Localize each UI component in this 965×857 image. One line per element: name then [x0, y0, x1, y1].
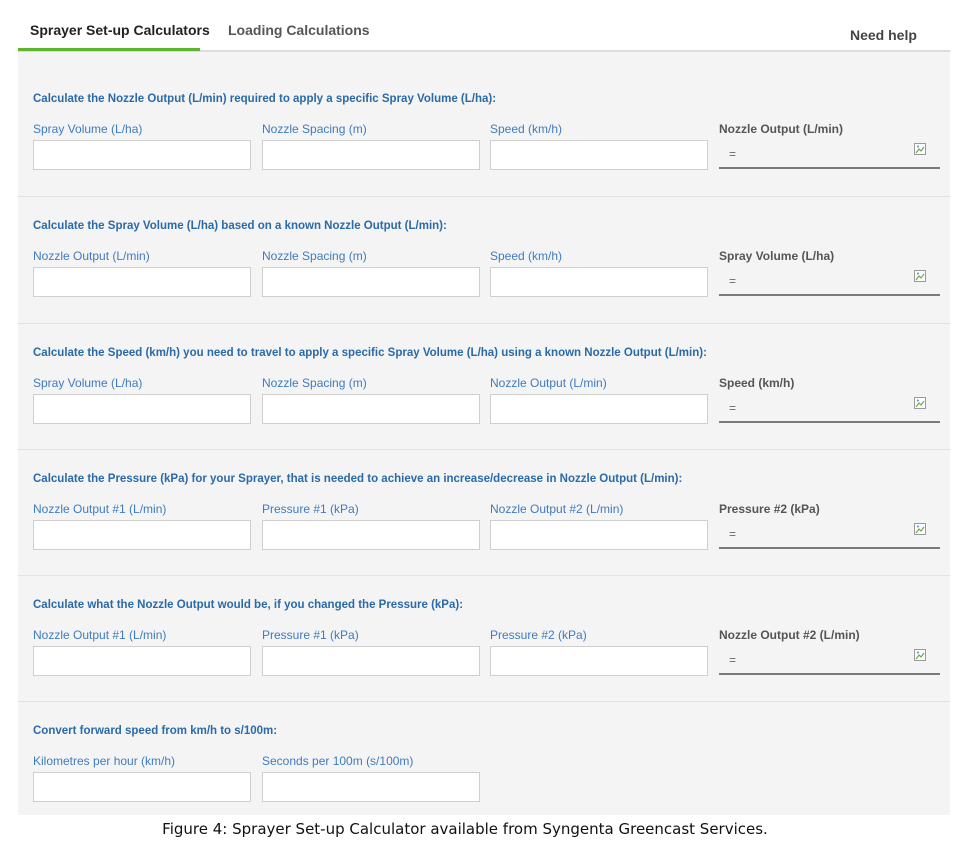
field-label: Spray Volume (L/ha) [33, 122, 143, 136]
field-label: Nozzle Output #1 (L/min) [33, 502, 167, 516]
speed-calculator: Calculate the Speed (km/h) you need to t… [18, 323, 950, 450]
speed-result: = [719, 395, 940, 423]
section-title: Calculate the Spray Volume (L/ha) based … [33, 220, 447, 232]
section-title: Calculate what the Nozzle Output would b… [33, 599, 464, 611]
tab-loading-calculations[interactable]: Loading Calculations [228, 22, 370, 38]
spray-volume-input[interactable] [33, 394, 251, 424]
nozzle-output-calculator: Calculate the Nozzle Output (L/min) requ… [18, 70, 950, 196]
figure-caption: Figure 4: Sprayer Set-up Calculator avai… [162, 820, 768, 838]
nozzle-spacing-input[interactable] [262, 140, 480, 170]
field-label: Nozzle Output #1 (L/min) [33, 628, 167, 642]
field-label: Pressure #1 (kPa) [262, 628, 359, 642]
pressure-calculator: Calculate the Pressure (kPa) for your Sp… [18, 449, 950, 576]
seconds-per-100m-input[interactable] [262, 772, 480, 802]
field-label: Nozzle Spacing (m) [262, 249, 367, 263]
result-label: Speed (km/h) [719, 376, 795, 390]
result-label: Pressure #2 (kPa) [719, 502, 820, 516]
pressure-1-input[interactable] [262, 520, 480, 550]
section-title: Convert forward speed from km/h to s/100… [33, 725, 278, 737]
spray-volume-calculator: Calculate the Spray Volume (L/ha) based … [18, 196, 950, 323]
field-label: Nozzle Output #2 (L/min) [490, 502, 624, 516]
calculator-panel: Sprayer Set-up Calculators Loading Calcu… [18, 12, 950, 815]
nozzle-output-pressure-calculator: Calculate what the Nozzle Output would b… [18, 575, 950, 702]
section-title: Calculate the Nozzle Output (L/min) requ… [33, 93, 497, 105]
nozzle-output-1-input[interactable] [33, 520, 251, 550]
field-label: Speed (km/h) [490, 249, 563, 263]
speed-input[interactable] [490, 140, 708, 170]
tab-sprayer-setup-calculators[interactable]: Sprayer Set-up Calculators [30, 22, 210, 38]
section-title: Calculate the Pressure (kPa) for your Sp… [33, 473, 683, 485]
field-label: Nozzle Output (L/min) [490, 376, 607, 390]
spray-volume-result: = [719, 268, 940, 296]
broken-image-icon [914, 143, 926, 155]
need-help-link[interactable]: Need help [850, 27, 917, 43]
result-label: Nozzle Output (L/min) [719, 122, 843, 136]
broken-image-icon [914, 523, 926, 535]
result-value: = [729, 147, 737, 161]
pressure-1-input[interactable] [262, 646, 480, 676]
nozzle-output-2-result: = [719, 647, 940, 675]
nozzle-spacing-input[interactable] [262, 267, 480, 297]
speed-input[interactable] [490, 267, 708, 297]
nozzle-spacing-input[interactable] [262, 394, 480, 424]
section-title: Calculate the Speed (km/h) you need to t… [33, 347, 707, 359]
nozzle-output-1-input[interactable] [33, 646, 251, 676]
field-label: Spray Volume (L/ha) [33, 376, 143, 390]
broken-image-icon [914, 270, 926, 282]
result-value: = [729, 274, 737, 288]
spray-volume-input[interactable] [33, 140, 251, 170]
broken-image-icon [914, 649, 926, 661]
field-label: Pressure #1 (kPa) [262, 502, 359, 516]
speed-conversion-calculator: Convert forward speed from km/h to s/100… [18, 701, 950, 828]
result-value: = [729, 527, 737, 541]
nozzle-output-input[interactable] [490, 394, 708, 424]
result-label: Spray Volume (L/ha) [719, 249, 835, 263]
kmh-input[interactable] [33, 772, 251, 802]
broken-image-icon [914, 397, 926, 409]
nozzle-output-2-input[interactable] [490, 520, 708, 550]
field-label: Nozzle Output (L/min) [33, 249, 150, 263]
field-label: Nozzle Spacing (m) [262, 122, 367, 136]
active-tab-indicator [18, 48, 200, 51]
tab-bar: Sprayer Set-up Calculators Loading Calcu… [18, 12, 950, 52]
field-label: Nozzle Spacing (m) [262, 376, 367, 390]
nozzle-output-result: = [719, 141, 940, 169]
result-label: Nozzle Output #2 (L/min) [719, 628, 860, 642]
field-label: Pressure #2 (kPa) [490, 628, 587, 642]
pressure-2-result: = [719, 521, 940, 549]
field-label: Seconds per 100m (s/100m) [262, 754, 414, 768]
field-label: Kilometres per hour (km/h) [33, 754, 176, 768]
result-value: = [729, 401, 737, 415]
pressure-2-input[interactable] [490, 646, 708, 676]
field-label: Speed (km/h) [490, 122, 563, 136]
result-value: = [729, 653, 737, 667]
nozzle-output-input[interactable] [33, 267, 251, 297]
